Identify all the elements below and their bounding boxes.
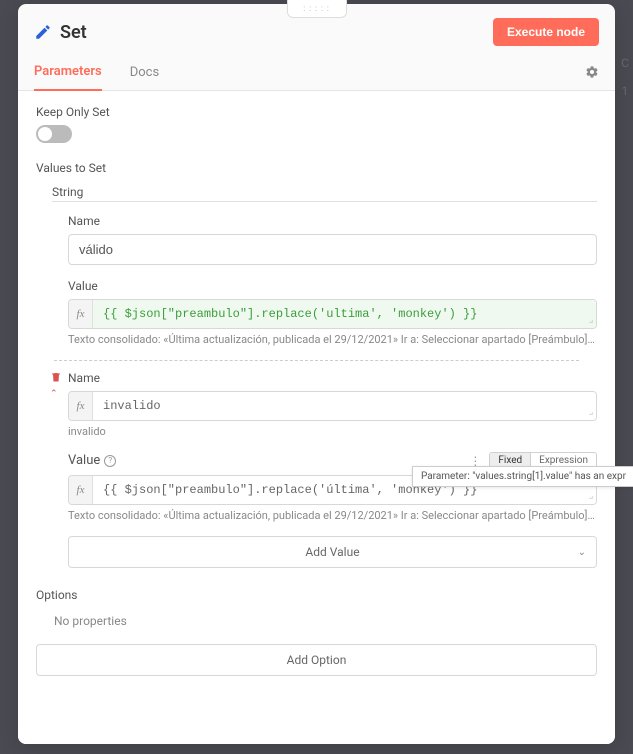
right-edge-c: C bbox=[617, 56, 633, 70]
name-preview-1: invalido bbox=[68, 425, 597, 438]
name-expression-input-1[interactable] bbox=[93, 392, 596, 420]
add-value-button[interactable]: Add Value ⌄ bbox=[68, 536, 597, 568]
execute-node-button[interactable]: Execute node bbox=[493, 18, 599, 46]
node-editor-modal: Set Execute node Parameters Docs Keep On… bbox=[18, 4, 615, 744]
string-item-0-value: Value fx ⟓ Texto consolidado: «Última ac… bbox=[68, 279, 597, 346]
drag-handle[interactable]: : : : : : bbox=[287, 0, 347, 18]
gear-icon[interactable] bbox=[585, 65, 599, 79]
tab-docs[interactable]: Docs bbox=[130, 55, 159, 90]
string-item-1: ⌃ Name fx ⟓ invalido bbox=[68, 371, 597, 438]
right-panel-edge: C 1 bbox=[617, 56, 633, 112]
resize-grip-icon[interactable]: ⟓ bbox=[589, 492, 593, 502]
tab-parameters[interactable]: Parameters bbox=[34, 54, 102, 91]
string-section-header: String bbox=[52, 185, 597, 202]
fx-badge: fx bbox=[69, 392, 93, 420]
item-separator bbox=[54, 360, 579, 361]
string-item-1-value: Value ? ⋮ Fixed Expression fx ⟓ Texto co… bbox=[68, 452, 597, 522]
name-label: Name bbox=[68, 371, 597, 385]
row-controls: ⌃ bbox=[50, 371, 62, 399]
add-option-label: Add Option bbox=[287, 653, 347, 667]
name-label: Name bbox=[68, 214, 597, 228]
name-input-wrap-1: fx ⟓ bbox=[68, 391, 597, 421]
value-label: Value bbox=[68, 453, 100, 468]
add-value-label: Add Value bbox=[305, 545, 359, 559]
fx-badge: fx bbox=[69, 300, 93, 328]
options-label: Options bbox=[36, 588, 597, 602]
no-properties-text: No properties bbox=[54, 614, 597, 628]
value-preview-0: Texto consolidado: «Última actualización… bbox=[68, 333, 597, 346]
tabs-bar: Parameters Docs bbox=[18, 54, 615, 91]
value-expression-input-0[interactable] bbox=[93, 300, 596, 328]
resize-grip-icon[interactable]: ⟓ bbox=[589, 316, 593, 326]
chevron-down-icon: ⌄ bbox=[578, 547, 586, 558]
node-title: Set bbox=[60, 22, 493, 43]
expression-input-wrap-0: fx ⟓ bbox=[68, 299, 597, 329]
collapse-caret-icon[interactable]: ⌃ bbox=[50, 389, 62, 399]
resize-grip-icon[interactable]: ⟓ bbox=[589, 408, 593, 418]
edit-pencil-icon bbox=[34, 23, 52, 41]
options-section: Options No properties Add Option bbox=[36, 588, 597, 676]
error-tooltip: Parameter: "values.string[1].value" has … bbox=[412, 466, 633, 487]
help-icon[interactable]: ? bbox=[104, 455, 116, 467]
value-preview-1: Texto consolidado: «Última actualización… bbox=[68, 509, 597, 522]
right-edge-1: 1 bbox=[617, 84, 633, 98]
string-item-0: Name bbox=[68, 214, 597, 265]
trash-icon[interactable] bbox=[50, 371, 62, 383]
parameters-panel: Keep Only Set Values to Set String Name … bbox=[18, 91, 615, 744]
keep-only-set-toggle[interactable] bbox=[36, 125, 72, 143]
toggle-knob bbox=[38, 127, 52, 141]
name-input-0[interactable] bbox=[68, 234, 597, 265]
value-label: Value bbox=[68, 279, 597, 293]
fx-badge: fx bbox=[69, 476, 93, 504]
values-to-set-label: Values to Set bbox=[36, 161, 597, 175]
keep-only-set-label: Keep Only Set bbox=[36, 105, 597, 119]
add-option-button[interactable]: Add Option bbox=[36, 644, 597, 676]
